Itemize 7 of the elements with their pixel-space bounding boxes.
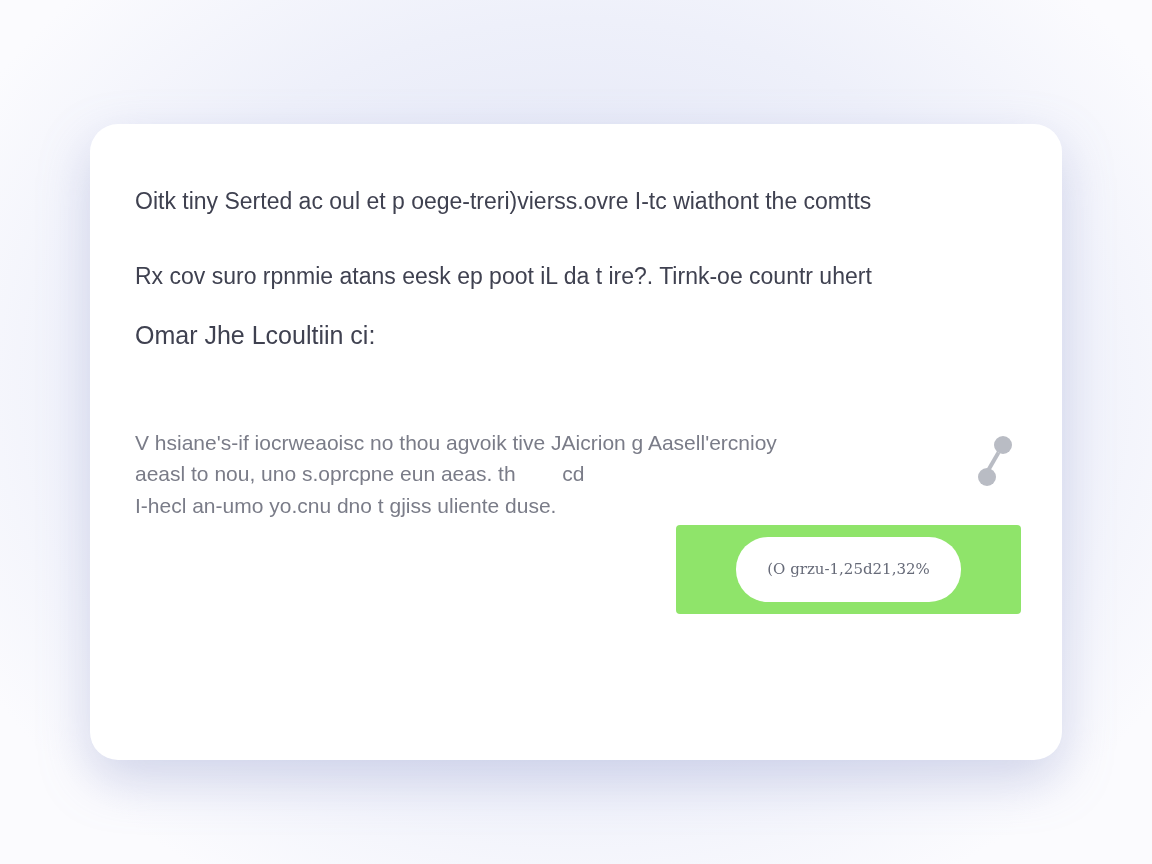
heading: Omar Jhe Lcoultiin ci: xyxy=(135,320,377,351)
paragraph-line: V hsiane's-if iocrweaoisc no thou agvoik tive JAicrion g Aasell'ercnioy xyxy=(135,429,778,456)
paragraph-line: I-hecl an-umo yo.cnu dno t gjiss uliente duse. xyxy=(135,492,558,519)
action-button[interactable]: (O grzu-1,25d21,32% xyxy=(736,537,961,602)
text-line: Oitk tiny Serted ac oul et p oege-treri)vierss.ovre I-tc wiathont the comtts xyxy=(135,187,873,216)
paragraph-line: aeasl to nou, uno s.oprcpne eun aeas. th cd xyxy=(135,461,586,487)
text-line: Rx cov suro rpnmie atans eesk ep poot iL da t ire?. Tirnk-oe countr uhert xyxy=(135,261,873,291)
